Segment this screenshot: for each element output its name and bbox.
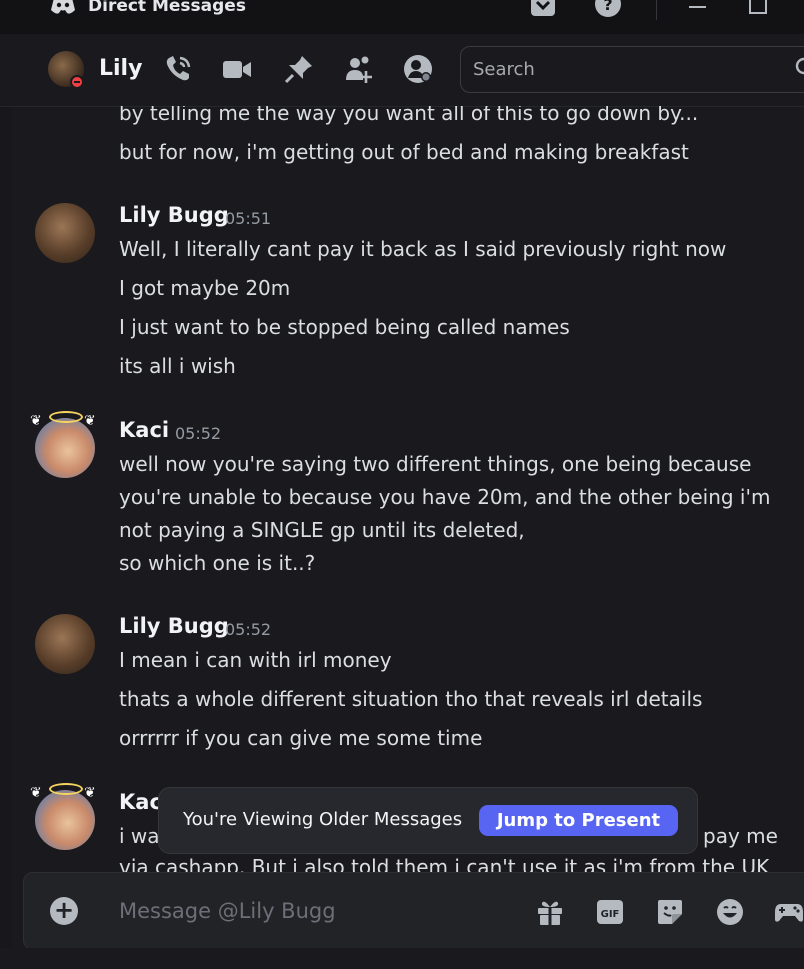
dnd-status-icon <box>70 75 84 89</box>
message-author[interactable]: Lily Bugg <box>119 614 229 638</box>
inbox-icon[interactable] <box>529 0 557 18</box>
dm-recipient-name[interactable]: Lily <box>99 56 142 81</box>
voice-call-icon[interactable] <box>163 54 193 84</box>
message-line: Well, I literally cant pay it back as I … <box>119 237 727 261</box>
message-author[interactable]: Kaci <box>119 418 169 442</box>
attach-plus-icon[interactable]: + <box>50 897 78 925</box>
message-timestamp: 05:52 <box>175 424 222 443</box>
message-line: pay me <box>703 824 778 848</box>
user-profile-icon[interactable] <box>403 54 433 84</box>
halo-decoration <box>49 783 83 795</box>
jump-to-present-button[interactable]: Jump to Present <box>479 805 678 836</box>
activities-icon[interactable] <box>774 897 804 927</box>
message-line: I got maybe 20m <box>119 276 291 300</box>
dm-header: Lily Search <box>0 34 804 107</box>
message-line: I mean i can with irl money <box>119 648 392 672</box>
message-line: but for now, i'm getting out of bed and … <box>119 140 689 164</box>
title-bar: Direct Messages ? <box>0 0 804 34</box>
wing-decoration: ❦ <box>84 413 96 429</box>
older-messages-text: You're Viewing Older Messages <box>183 809 463 830</box>
message-line: thats a whole different situation tho th… <box>119 687 703 711</box>
message-line: orrrrrr if you can give me some time <box>119 726 483 750</box>
halo-decoration <box>49 411 83 423</box>
discord-logo-icon <box>51 0 75 14</box>
add-friends-to-dm-icon[interactable] <box>344 54 374 84</box>
search-placeholder: Search <box>473 59 535 80</box>
gif-label: GIF <box>601 909 620 920</box>
message-line: well now you're saying two different thi… <box>119 452 752 476</box>
search-icon <box>795 57 804 75</box>
message-line: by telling me the way you want all of th… <box>119 106 699 125</box>
message-line: you're unable to because you have 20m, a… <box>119 485 771 509</box>
wing-decoration: ❦ <box>30 785 42 801</box>
minimize-icon[interactable] <box>689 6 706 8</box>
search-input[interactable]: Search <box>460 46 804 93</box>
message-list[interactable]: by telling me the way you want all of th… <box>0 106 804 872</box>
help-icon[interactable]: ? <box>594 0 622 20</box>
message-line: i wa <box>119 824 160 848</box>
message-line: not paying a SINGLE gp until its deleted… <box>119 518 525 542</box>
wing-decoration: ❦ <box>84 785 96 801</box>
message-composer: + Message @Lily Bugg GIF <box>23 872 804 950</box>
titlebar-divider <box>656 0 657 20</box>
video-call-icon[interactable] <box>222 54 252 84</box>
message-line: its all i wish <box>119 354 236 378</box>
message-timestamp: 05:51 <box>225 209 272 228</box>
message-line: I just want to be stopped being called n… <box>119 315 570 339</box>
message-line: so which one is it..? <box>119 551 316 575</box>
gift-icon[interactable] <box>535 897 565 927</box>
avatar[interactable] <box>35 203 95 263</box>
avatar[interactable] <box>35 614 95 674</box>
pinned-messages-icon[interactable] <box>284 54 314 84</box>
svg-text:?: ? <box>603 0 612 14</box>
maximize-icon[interactable] <box>749 0 767 14</box>
gif-icon[interactable]: GIF <box>595 897 625 927</box>
message-author[interactable]: Kac <box>119 790 162 814</box>
window-title: Direct Messages <box>88 0 246 16</box>
older-messages-banner: You're Viewing Older Messages Jump to Pr… <box>158 787 698 854</box>
wing-decoration: ❦ <box>30 413 42 429</box>
message-input[interactable]: Message @Lily Bugg <box>119 899 336 923</box>
message-line: via cashapp. But i also told them i can'… <box>119 855 770 872</box>
message-timestamp: 05:52 <box>225 620 272 639</box>
bottom-padding <box>0 948 804 969</box>
message-author[interactable]: Lily Bugg <box>119 203 229 227</box>
emoji-icon[interactable] <box>715 897 745 927</box>
sticker-icon[interactable] <box>655 897 685 927</box>
